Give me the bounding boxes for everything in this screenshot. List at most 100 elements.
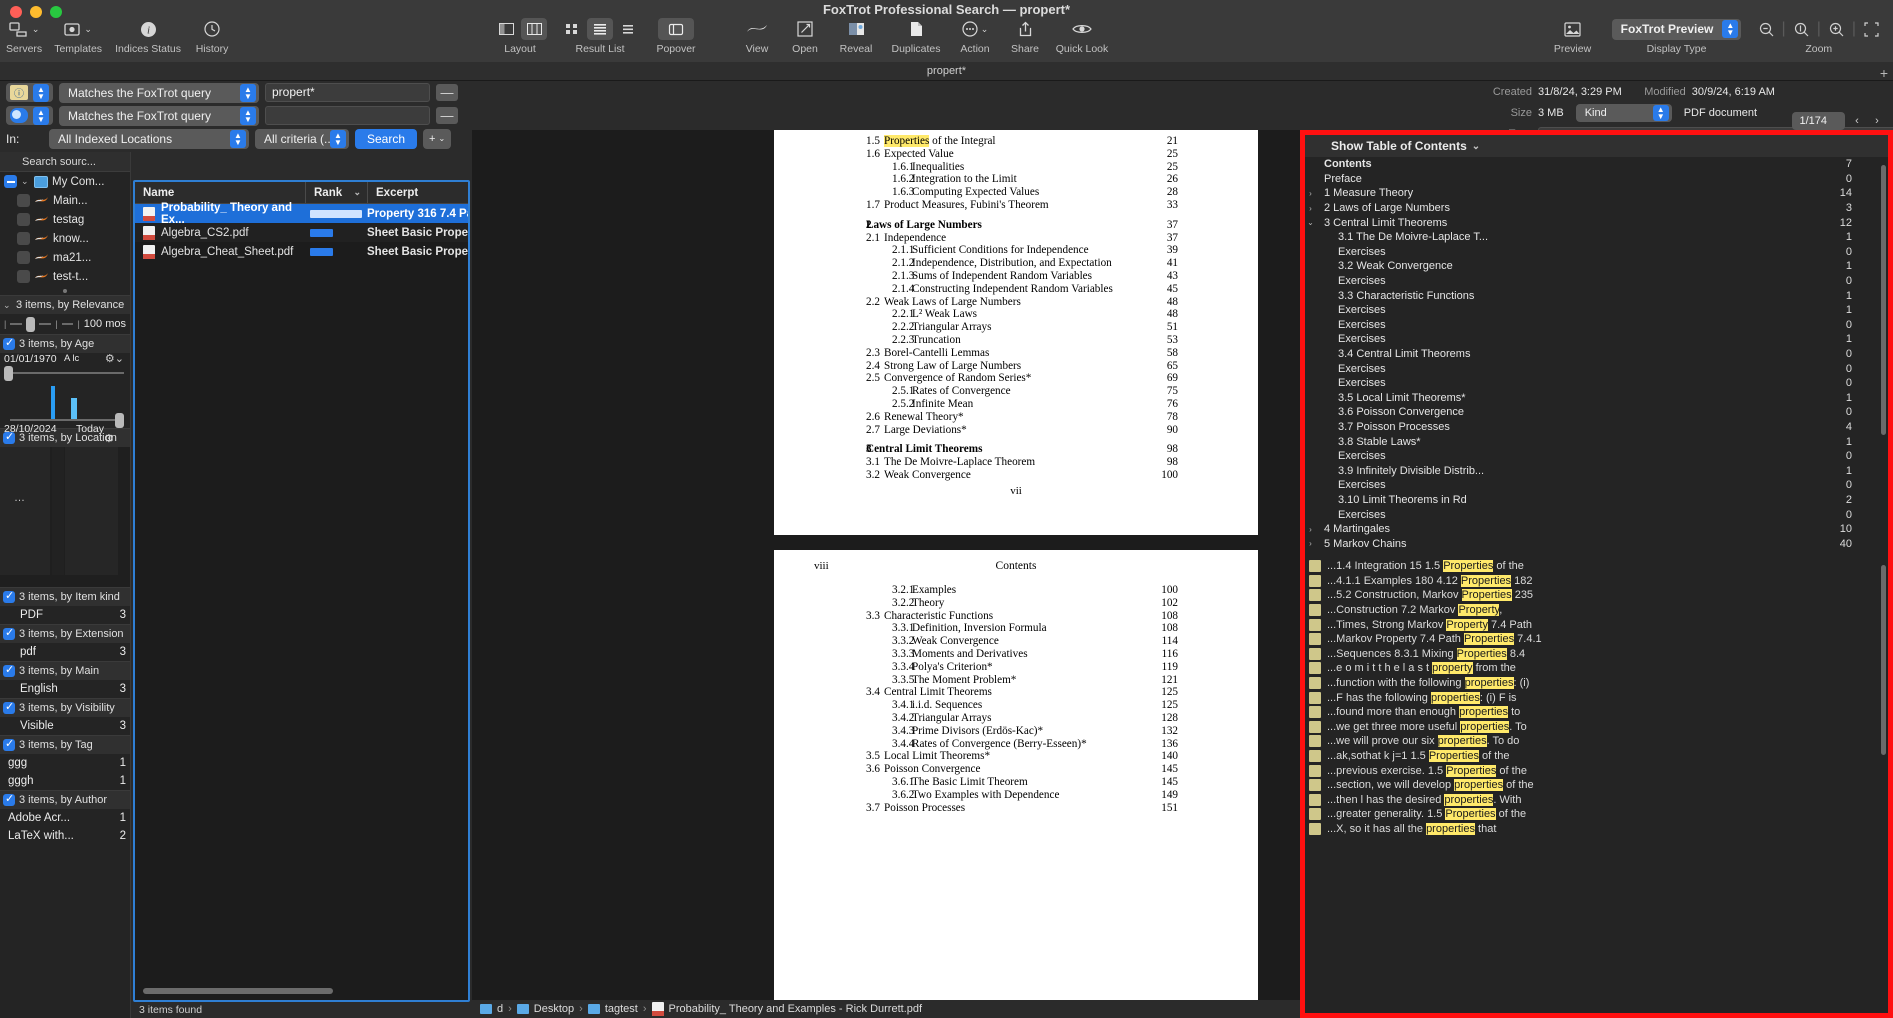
- toolbar-display-type-control[interactable]: FoxTrot Preview ▲ ▼ Display Type: [1601, 18, 1753, 55]
- gear-icon[interactable]: ⚙: [104, 432, 114, 445]
- excerpt-row[interactable]: ...ak,sothat k j=1 1.5 Properties of the: [1305, 749, 1888, 764]
- chevron-down-icon[interactable]: ⌄: [3, 300, 12, 311]
- toc-list-item[interactable]: 3.1 The De Moivre-Laplace T... 1: [1305, 230, 1888, 245]
- zoom-icon[interactable]: | | |: [1759, 18, 1879, 40]
- facet-value-row[interactable]: English 3: [0, 680, 130, 698]
- excerpt-row[interactable]: ...Sequences 8.3.1 Mixing Properties 8.4: [1305, 647, 1888, 662]
- toc-list-item[interactable]: 3.7 Poisson Processes 4: [1305, 420, 1888, 435]
- toc-list-item[interactable]: Preface 0: [1305, 172, 1888, 187]
- toolbar-indices-status-button[interactable]: i Indices Status: [108, 18, 188, 55]
- criteria-scope-1[interactable]: ⓘ ▲ ▼: [6, 83, 53, 102]
- toolbar-quick-look-button[interactable]: Quick Look: [1049, 18, 1115, 55]
- source-row-my-computer[interactable]: ⌄ My Com...: [0, 172, 130, 191]
- facet-main-language[interactable]: 3 items, by Main English 3: [0, 661, 130, 698]
- facet-extension-header[interactable]: 3 items, by Extension: [0, 625, 130, 643]
- age-histogram[interactable]: 01/01/1970 A lc ⚙⌄ 28/10/2024 Today: [0, 352, 130, 435]
- toc-list-item[interactable]: Exercises 0: [1305, 245, 1888, 260]
- excerpt-row[interactable]: ...function with the following propertie…: [1305, 676, 1888, 691]
- toc-list-item[interactable]: 3.5 Local Limit Theorems* 1: [1305, 391, 1888, 406]
- disclosure-triangle-icon[interactable]: ⌄: [1305, 218, 1316, 227]
- toolbar-servers-button[interactable]: ⌄ Servers: [0, 18, 48, 55]
- facet-visibility-header[interactable]: 3 items, by Visibility: [0, 699, 130, 717]
- stepper-icon[interactable]: ▲▼: [230, 129, 246, 148]
- toolbar-open-button[interactable]: Open: [781, 18, 829, 55]
- source-checkbox[interactable]: [17, 232, 30, 245]
- age-range-start-knob[interactable]: [4, 366, 13, 381]
- source-checkbox[interactable]: [17, 251, 30, 264]
- toc-list-item[interactable]: Exercises 0: [1305, 376, 1888, 391]
- kind-popup[interactable]: Kind ▲ ▼: [1575, 104, 1672, 122]
- excerpt-row[interactable]: ...section, we will develop properties o…: [1305, 778, 1888, 793]
- toc-list-item[interactable]: 3.2 Weak Convergence 1: [1305, 259, 1888, 274]
- excerpt-row[interactable]: ...X, so it has all the properties that: [1305, 822, 1888, 837]
- remove-criteria-button-1[interactable]: —: [436, 84, 458, 101]
- facets-sidebar[interactable]: Search sourc... ⌄ My Com... Main... test…: [0, 152, 131, 1018]
- facet-main-header[interactable]: 3 items, by Main: [0, 662, 130, 680]
- excerpt-row[interactable]: ...4.1.1 Examples 180 4.12 Properties 18…: [1305, 574, 1888, 589]
- facet-item-kind[interactable]: 3 items, by Item kind PDF 3: [0, 587, 130, 624]
- stepper-icon[interactable]: ▲▼: [240, 83, 256, 102]
- pdf-preview-pane[interactable]: 1.5 Properties of the Integral 21 1.6 Expect…: [472, 130, 1300, 1018]
- table-of-contents-panel[interactable]: Show Table of Contents ⌄ Contents 7 Prefac…: [1300, 130, 1893, 1018]
- disclosure-triangle-icon[interactable]: ›: [1305, 189, 1316, 198]
- source-row-test-t[interactable]: test-t...: [0, 267, 130, 286]
- toc-list-item[interactable]: Exercises 1: [1305, 303, 1888, 318]
- excerpt-row[interactable]: ...e o m i t t h e l a s t property from…: [1305, 661, 1888, 676]
- search-button[interactable]: Search: [355, 128, 418, 149]
- facet-value-row[interactable]: ggg 1: [0, 754, 130, 772]
- toc-list-item[interactable]: Contents 7: [1305, 157, 1888, 172]
- criteria-value-1[interactable]: propert*: [265, 83, 430, 102]
- breadcrumb-item-0[interactable]: d: [497, 1003, 503, 1015]
- criteria-scope-2[interactable]: ▲ ▼: [6, 106, 53, 125]
- excerpt-row[interactable]: ...then l has the desired properties. Wi…: [1305, 793, 1888, 808]
- breadcrumb-item-1[interactable]: Desktop: [534, 1003, 574, 1015]
- stepper-icon[interactable]: ▲▼: [1722, 19, 1739, 38]
- toc-list-item[interactable]: Exercises 0: [1305, 318, 1888, 333]
- toolbar-share-button[interactable]: Share: [1001, 18, 1049, 55]
- toc-list-item[interactable]: Exercises 0: [1305, 361, 1888, 376]
- facet-value-row[interactable]: pdf 3: [0, 643, 130, 661]
- result-list-grid-option[interactable]: [559, 18, 585, 40]
- column-header-excerpt[interactable]: Excerpt: [367, 182, 468, 203]
- toolbar-reveal-button[interactable]: Reveal: [829, 18, 883, 55]
- toolbar-layout-control[interactable]: Layout: [487, 18, 553, 55]
- stepper-icon[interactable]: ▲▼: [33, 83, 49, 102]
- add-tab-button[interactable]: +: [1880, 65, 1888, 81]
- excerpt-row[interactable]: ...5.2 Construction, Markov Properties 2…: [1305, 588, 1888, 603]
- toc-list-item[interactable]: ⌄ 3 Central Limit Theorems 12: [1305, 215, 1888, 230]
- toolbar-popover-button[interactable]: Popover: [647, 18, 705, 55]
- facet-visibility[interactable]: 3 items, by Visibility Visible 3: [0, 698, 130, 735]
- facet-value-row[interactable]: gggh 1: [0, 772, 130, 790]
- toolbar-preview-button[interactable]: Preview: [1545, 18, 1601, 55]
- stepper-icon[interactable]: ▲▼: [1652, 105, 1669, 121]
- layout-icon[interactable]: [493, 18, 547, 40]
- gear-icon[interactable]: ⚙⌄: [105, 352, 124, 365]
- age-range-end-knob[interactable]: [115, 413, 124, 428]
- disclosure-triangle-icon[interactable]: ›: [1305, 204, 1316, 213]
- page-navigator[interactable]: 1/174 ▲▼ ‹ ›: [1792, 112, 1885, 148]
- toc-list-item[interactable]: › 4 Martingales 10: [1305, 522, 1888, 537]
- toc-entry-list[interactable]: Contents 7 Preface 0 › 1 Measure Theory 14 › 2 L…: [1305, 157, 1888, 557]
- criteria-condition-2[interactable]: Matches the FoxTrot query ▲ ▼: [59, 105, 259, 126]
- toolbar-action-button[interactable]: ⌄ Action: [949, 18, 1001, 55]
- column-header-name[interactable]: Name: [135, 182, 305, 203]
- facet-checkbox[interactable]: [3, 700, 15, 714]
- remove-criteria-button-2[interactable]: —: [436, 107, 458, 124]
- display-type-value-wrap[interactable]: FoxTrot Preview ▲ ▼: [1611, 18, 1742, 40]
- toc-list-item[interactable]: Exercises 0: [1305, 449, 1888, 464]
- stepper-icon[interactable]: ▲▼: [330, 129, 346, 148]
- table-row[interactable]: Algebra_Cheat_Sheet.pdf Sheet Basic Prop…: [135, 242, 468, 261]
- source-row-know[interactable]: know...: [0, 229, 130, 248]
- source-checkbox[interactable]: [17, 270, 30, 283]
- excerpt-row[interactable]: ...Markov Property 7.4 Path Properties 7…: [1305, 632, 1888, 647]
- match-mode-popup[interactable]: All criteria (... ▲ ▼: [255, 128, 349, 149]
- criteria-condition-1[interactable]: Matches the FoxTrot query ▲ ▼: [59, 82, 259, 103]
- toolbar-result-list-control[interactable]: Result List: [553, 18, 647, 55]
- toc-list-item[interactable]: 3.9 Infinitely Divisible Distrib... 1: [1305, 463, 1888, 478]
- criteria-value-2[interactable]: [265, 106, 430, 125]
- excerpt-row[interactable]: ...Times, Strong Markov Property 7.4 Pat…: [1305, 617, 1888, 632]
- toc-list-item[interactable]: 3.3 Characteristic Functions 1: [1305, 288, 1888, 303]
- result-list-icon[interactable]: [559, 18, 641, 40]
- facet-author[interactable]: 3 items, by Author Adobe Acr... 1 LaTeX …: [0, 790, 130, 845]
- facet-checkbox[interactable]: [3, 589, 15, 603]
